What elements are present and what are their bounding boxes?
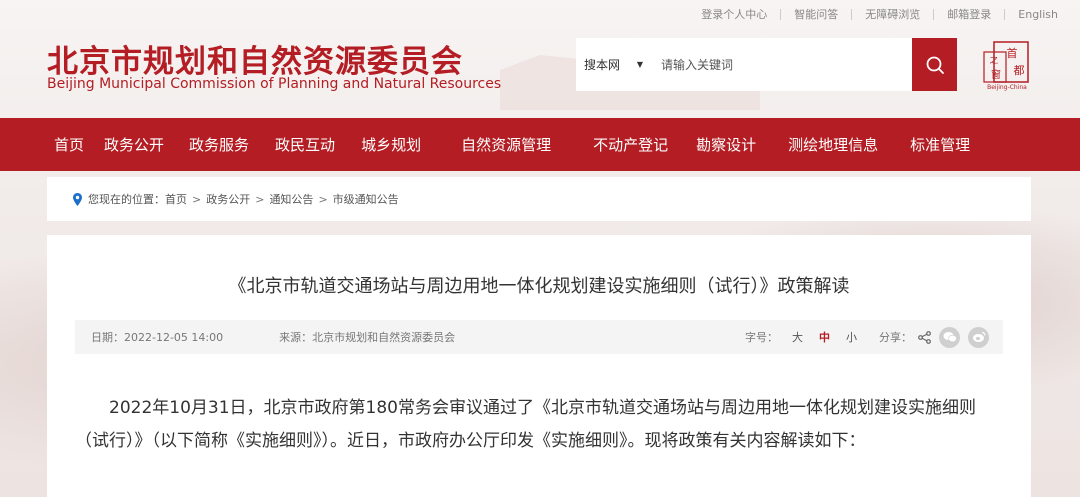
chevron-down-icon: ▼ <box>636 60 643 69</box>
breadcrumb-separator: > <box>318 192 328 206</box>
breadcrumb-separator: > <box>192 192 202 206</box>
font-size-label: 字号： <box>745 331 778 344</box>
email-login-link[interactable]: 邮箱登录 <box>934 6 1004 22</box>
smart-qa-link[interactable]: 智能问答 <box>781 6 851 22</box>
search-icon <box>926 56 944 74</box>
login-link[interactable]: 登录个人中心 <box>688 6 780 22</box>
article-panel: 《北京市轨道交通场站与周边用地一体化规划建设实施细则（试行）》政策解读 日期：2… <box>47 235 1031 497</box>
share-label: 分享： <box>879 331 912 344</box>
nav-item-geoinformation[interactable]: 测绘地理信息 <box>788 134 878 155</box>
nav-item-government-services[interactable]: 政务服务 <box>189 134 249 155</box>
article-title: 《北京市轨道交通场站与周边用地一体化规划建设实施细则（试行）》政策解读 <box>228 276 850 297</box>
breadcrumb-separator: > <box>255 192 265 206</box>
utility-links: 登录个人中心 智能问答 无障碍浏览 邮箱登录 English <box>688 6 1058 22</box>
search-button[interactable] <box>912 38 957 91</box>
nav-item-survey-design[interactable]: 勘察设计 <box>696 134 756 155</box>
site-logo-title[interactable]: 北京市规划和自然资源委员会 <box>47 36 463 81</box>
nav-item-interaction[interactable]: 政民互动 <box>275 134 335 155</box>
english-link[interactable]: English <box>1005 8 1058 21</box>
article-meta-bar: 日期：2022-12-05 14:00 来源：北京市规划和自然资源委员会 字号：… <box>75 320 1003 354</box>
search-input[interactable] <box>651 38 912 91</box>
breadcrumb-municipal-notices[interactable]: 市级通知公告 <box>333 191 399 207</box>
font-size-large-button[interactable]: 大 <box>792 329 803 345</box>
emblem-caption: Beijing-China <box>987 84 1027 91</box>
breadcrumb-government-affairs[interactable]: 政务公开 <box>206 191 250 207</box>
accessibility-link[interactable]: 无障碍浏览 <box>852 6 933 22</box>
svg-text:都: 都 <box>1014 64 1025 77</box>
nav-item-real-estate[interactable]: 不动产登记 <box>593 134 668 155</box>
svg-text:首: 首 <box>1007 46 1018 60</box>
main-navigation: 首页 政务公开 政务服务 政民互动 城乡规划 自然资源管理 不动产登记 勘察设计… <box>0 118 1080 171</box>
weibo-share-button[interactable] <box>968 326 989 348</box>
nav-item-government-affairs[interactable]: 政务公开 <box>104 134 164 155</box>
breadcrumb-home[interactable]: 首页 <box>165 191 187 207</box>
font-size-small-button[interactable]: 小 <box>846 329 857 345</box>
capital-window-emblem[interactable]: 首 都 之 窗 <box>982 40 1032 90</box>
site-logo-subtitle[interactable]: Beijing Municipal Commission of Planning… <box>47 76 501 92</box>
svg-text:之: 之 <box>989 54 998 66</box>
article-paragraph: 2022年10月31日，北京市政府第180常务会审议通过了《北京市轨道交通场站与… <box>75 398 976 451</box>
nav-item-urban-planning[interactable]: 城乡规划 <box>361 134 421 155</box>
breadcrumb-notices[interactable]: 通知公告 <box>269 191 313 207</box>
wechat-share-button[interactable] <box>939 326 960 348</box>
font-size-medium-button[interactable]: 中 <box>819 329 830 345</box>
article-date: 日期：2022-12-05 14:00 <box>91 331 224 344</box>
share-icon[interactable] <box>918 330 931 344</box>
location-pin-icon <box>73 192 82 206</box>
search-bar: 搜本网 ▼ <box>576 38 957 91</box>
breadcrumb: 您现在的位置： 首页 > 政务公开 > 通知公告 > 市级通知公告 <box>47 177 1031 221</box>
nav-item-home[interactable]: 首页 <box>54 134 84 155</box>
weibo-icon <box>972 331 985 342</box>
breadcrumb-prefix: 您现在的位置： <box>88 193 165 206</box>
article-source: 来源：北京市规划和自然资源委员会 <box>279 331 456 344</box>
article-tools: 字号： 大 中 小 分享： <box>745 326 1003 348</box>
svg-text:窗: 窗 <box>991 68 1001 81</box>
nav-item-natural-resources[interactable]: 自然资源管理 <box>461 134 551 155</box>
search-scope-label: 搜本网 <box>584 58 621 72</box>
search-scope-select[interactable]: 搜本网 ▼ <box>576 38 651 91</box>
nav-item-standards[interactable]: 标准管理 <box>910 134 970 155</box>
wechat-icon <box>943 332 957 343</box>
